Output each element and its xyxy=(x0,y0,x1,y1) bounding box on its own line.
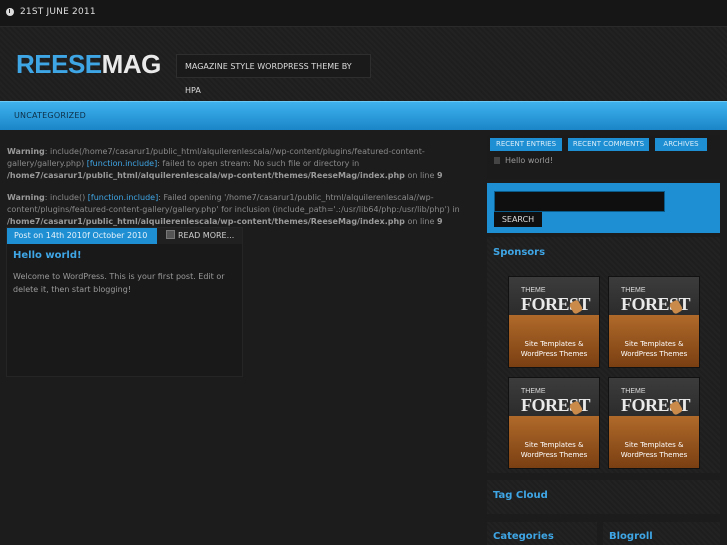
current-date: 21ST JUNE 2011 xyxy=(20,7,96,17)
ad-brand-small: THEME xyxy=(621,287,646,294)
search-input[interactable] xyxy=(494,191,665,212)
warning-line: 9 xyxy=(436,217,443,226)
ad-line-2: WordPress Themes xyxy=(520,350,588,358)
site-header: REESEMAG MAGAZINE STYLE WORDPRESS THEME … xyxy=(0,27,727,101)
tab-archives[interactable]: ARCHIVES xyxy=(655,138,707,151)
sponsor-ad[interactable]: THEME FOREST Site Templates & WordPress … xyxy=(608,276,700,368)
post-meta-bar: Post on 14th 2010f October 2010 READ MOR… xyxy=(7,228,242,244)
ad-line-1: Site Templates & xyxy=(524,441,584,449)
tag-cloud-title: Tag Cloud xyxy=(493,490,548,501)
function-include-link[interactable]: [function.include] xyxy=(88,193,158,202)
read-more-label: READ MORE... xyxy=(178,231,235,240)
ad-line-2: WordPress Themes xyxy=(620,350,688,358)
search-widget: SEARCH xyxy=(487,183,720,233)
plus-icon xyxy=(166,230,175,239)
blogroll-widget: Blogroll xyxy=(603,522,720,545)
warning-path: /home7/casarur1/public_html/alquilerenle… xyxy=(7,217,405,226)
warning-text: on line xyxy=(404,217,437,226)
recent-entry-link[interactable]: Hello world! xyxy=(494,156,553,165)
post-card: Post on 14th 2010f October 2010 READ MOR… xyxy=(6,227,243,377)
tab-recent-comments[interactable]: RECENT COMMENTS xyxy=(568,138,649,151)
sidebar-tabs: RECENT ENTRIES RECENT COMMENTS ARCHIVES … xyxy=(487,135,720,179)
ad-brand-small: THEME xyxy=(621,388,646,395)
ad-brand-small: THEME xyxy=(521,388,546,395)
search-button[interactable]: SEARCH xyxy=(494,212,542,227)
sponsors-widget: Sponsors THEME FOREST Site Templates & W… xyxy=(487,237,720,473)
sponsor-ad[interactable]: THEME FOREST Site Templates & WordPress … xyxy=(608,377,700,469)
sponsor-ad[interactable]: THEME FOREST Site Templates & WordPress … xyxy=(508,377,600,469)
clock-icon xyxy=(6,8,14,16)
post-date: Post on 14th 2010f October 2010 xyxy=(7,228,157,244)
ad-line-1: Site Templates & xyxy=(624,340,684,348)
ad-line-1: Site Templates & xyxy=(624,441,684,449)
warning-text: on line xyxy=(404,171,437,180)
post-excerpt: Welcome to WordPress. This is your first… xyxy=(13,272,225,294)
ad-line-2: WordPress Themes xyxy=(620,451,688,459)
warning-message: Warning: include(/home7/casarur1/public_… xyxy=(7,146,479,182)
logo-part-2: MAG xyxy=(101,49,162,79)
nav-item-uncategorized[interactable]: UNCATEGORIZED xyxy=(14,111,86,120)
site-tagline: MAGAZINE STYLE WORDPRESS THEME BY HPA xyxy=(176,54,371,95)
top-date-bar: 21ST JUNE 2011 xyxy=(0,0,727,27)
tag-cloud-widget: Tag Cloud xyxy=(487,480,720,514)
warning-line: 9 xyxy=(436,171,443,180)
warning-message: Warning: include() [function.include]: F… xyxy=(7,192,479,228)
logo-part-1: REESE xyxy=(16,49,102,79)
document-icon xyxy=(494,157,500,164)
warning-text: : include() xyxy=(44,193,88,202)
site-logo[interactable]: REESEMAG xyxy=(16,49,161,80)
tab-recent-entries[interactable]: RECENT ENTRIES xyxy=(490,138,562,151)
ad-brand-small: THEME xyxy=(521,287,546,294)
ad-line-2: WordPress Themes xyxy=(520,451,588,459)
warning-label: Warning xyxy=(7,193,45,202)
function-include-link[interactable]: [function.include] xyxy=(87,159,157,168)
ad-line-1: Site Templates & xyxy=(524,340,584,348)
post-title-link[interactable]: Hello world! xyxy=(13,250,82,261)
blogroll-title: Blogroll xyxy=(609,531,653,542)
recent-entry-label: Hello world! xyxy=(505,156,554,165)
php-warnings: Warning: include(/home7/casarur1/public_… xyxy=(7,146,479,238)
warning-text: : failed to open stream: No such file or… xyxy=(157,159,360,168)
categories-title: Categories xyxy=(493,531,554,542)
warning-label: Warning xyxy=(7,147,45,156)
categories-widget: Categories xyxy=(487,522,597,545)
sponsors-title: Sponsors xyxy=(493,247,546,258)
warning-path: /home7/casarur1/public_html/alquilerenle… xyxy=(7,171,405,180)
sponsor-ad[interactable]: THEME FOREST Site Templates & WordPress … xyxy=(508,276,600,368)
read-more-link[interactable]: READ MORE... xyxy=(166,228,234,244)
main-nav: UNCATEGORIZED xyxy=(0,101,727,130)
